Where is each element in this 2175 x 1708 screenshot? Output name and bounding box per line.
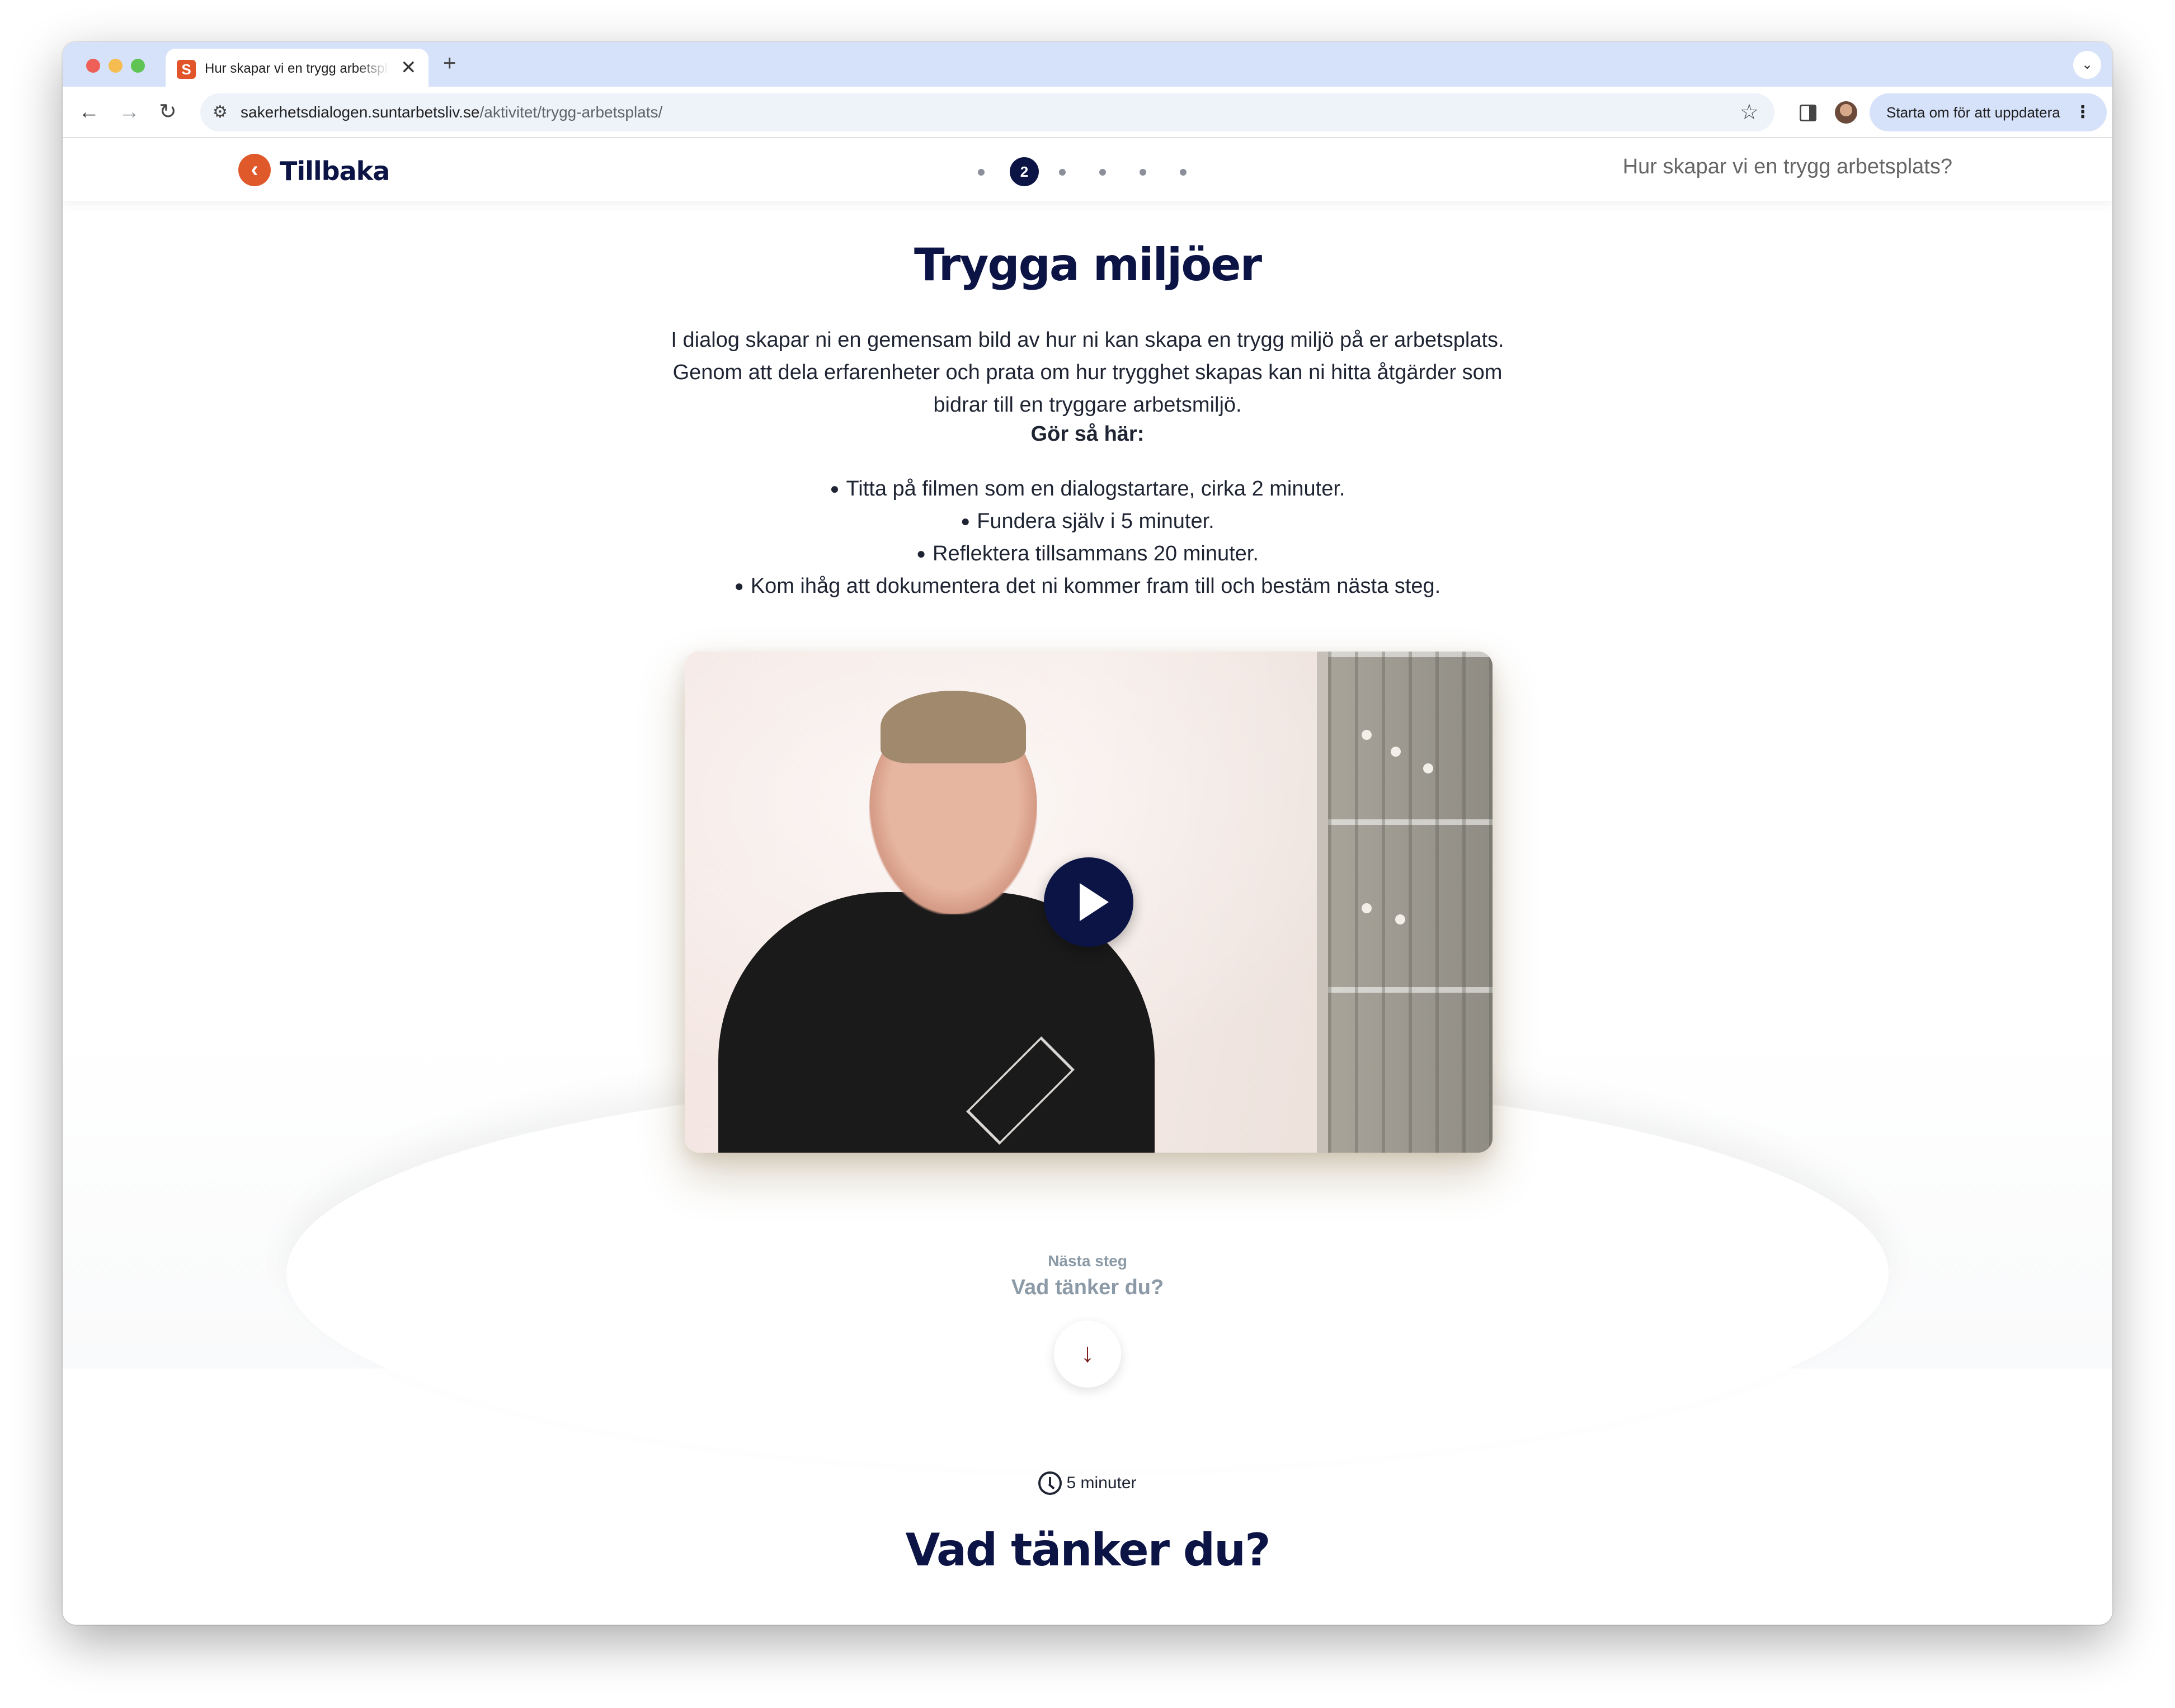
forward-arrow-icon[interactable]: → [119, 98, 140, 126]
list-item: Kom ihåg att dokumentera det ni kommer f… [63, 570, 2112, 602]
clock-icon [1038, 1471, 1062, 1495]
step-dot[interactable] [1180, 169, 1187, 176]
browser-tab-active[interactable]: S Hur skapar vi en trygg arbetsplats? ✕ [166, 49, 429, 87]
update-button-label: Starta om för att uppdatera [1886, 104, 2060, 121]
url-host: sakerhetsdialogen.suntarbetsliv.se [241, 103, 480, 121]
address-bar[interactable]: ⚙ sakerhetsdialogen.suntarbetsliv.se/akt… [200, 93, 1774, 131]
back-arrow-icon[interactable]: ← [78, 98, 100, 126]
instructions-list: Titta på filmen som en dialogstartare, c… [63, 473, 2112, 602]
locker-knob [1395, 914, 1405, 924]
locker-knob [1423, 763, 1433, 773]
section-title: Vad tänker du? [905, 1524, 1270, 1576]
next-step-title[interactable]: Vad tänker du? [63, 1276, 2112, 1300]
kebab-menu-icon[interactable]: ⋮ [2074, 93, 2091, 131]
browser-window: S Hur skapar vi en trygg arbetsplats? ✕ … [63, 42, 2112, 1625]
maximize-window-button[interactable] [131, 59, 145, 73]
new-tab-button[interactable]: + [443, 51, 456, 76]
minimize-window-button[interactable] [109, 59, 123, 73]
tab-title: Hur skapar vi en trygg arbetsplats? [205, 61, 389, 77]
step-dot[interactable] [978, 169, 985, 176]
locker-knob [1391, 747, 1401, 757]
list-item: Fundera själv i 5 minuter. [63, 505, 2112, 537]
side-panel-icon[interactable] [1800, 105, 1816, 121]
web-page: Trygga miljöer I dialog skapar ni en gem… [63, 138, 2112, 1625]
next-step-label: Nästa steg [1048, 1252, 1127, 1270]
page-title: Trygga miljöer [914, 239, 1262, 291]
duration-badge: 5 minuter [63, 1471, 2112, 1495]
step-dot[interactable] [1099, 169, 1106, 176]
profile-avatar[interactable] [1835, 101, 1857, 124]
tab-strip: S Hur skapar vi en trygg arbetsplats? ✕ … [63, 42, 2112, 87]
update-button[interactable]: Starta om för att uppdatera ⋮ [1870, 93, 2107, 131]
step-dot[interactable] [1140, 169, 1146, 176]
site-header: ‹ Tillbaka 2 Hur skapar vi en trygg arbe… [63, 138, 2112, 201]
locker-knob [1362, 903, 1372, 913]
back-link-label: Tillbaka [280, 156, 390, 186]
close-window-button[interactable] [86, 59, 100, 73]
play-icon[interactable] [1044, 857, 1133, 947]
duration-text: 5 minuter [1066, 1474, 1137, 1492]
step-indicator-active[interactable]: 2 [1010, 157, 1039, 186]
list-item: Reflektera tillsammans 20 minuter. [63, 537, 2112, 570]
activity-title: Hur skapar vi en trygg arbetsplats? [1622, 155, 1952, 178]
locker-knob [1362, 730, 1372, 740]
video-person-hair [881, 691, 1026, 763]
step-dot[interactable] [1059, 169, 1066, 176]
site-favicon-icon: S [177, 60, 196, 79]
video-locker-doors [1328, 652, 1493, 1153]
chevron-left-icon: ‹ [238, 154, 271, 186]
bookmark-star-icon[interactable]: ☆ [1740, 100, 1759, 125]
tab-close-icon[interactable]: ✕ [401, 56, 417, 79]
list-item: Titta på filmen som en dialogstartare, c… [63, 473, 2112, 505]
scroll-down-arrow-icon[interactable]: ↓ [1054, 1320, 1121, 1388]
intro-text: I dialog skapar ni en gemensam bild av h… [671, 328, 1504, 417]
progress-stepper: 2 [978, 157, 1202, 186]
browser-toolbar: ← → ↻ ⚙ sakerhetsdialogen.suntarbetsliv.… [63, 87, 2112, 138]
url-text[interactable]: sakerhetsdialogen.suntarbetsliv.se/aktiv… [241, 103, 662, 121]
site-info-icon[interactable]: ⚙ [213, 102, 228, 122]
howto-heading: Gör så här: [1030, 422, 1145, 446]
video-player[interactable] [685, 652, 1493, 1153]
url-path: /aktivitet/trygg-arbetsplats/ [479, 103, 663, 121]
tab-search-chevron-icon[interactable]: ⌄ [2073, 51, 2101, 79]
reload-icon[interactable]: ↻ [159, 98, 177, 126]
